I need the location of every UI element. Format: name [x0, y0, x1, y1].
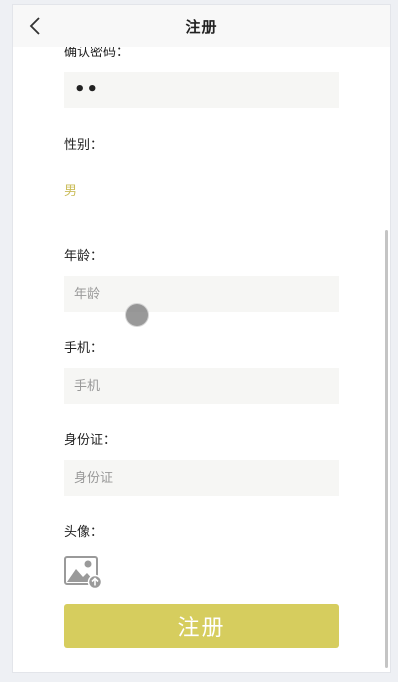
- phone-screen: 确认密码： •• 性别： 男 年龄： 手机： 身份证： 头像： 注册: [13, 5, 390, 672]
- register-button[interactable]: 注册: [64, 604, 339, 648]
- id-card-label: 身份证：: [64, 433, 117, 448]
- id-card-input[interactable]: [64, 460, 339, 496]
- register-form: 确认密码： •• 性别： 男 年龄： 手机： 身份证： 头像： 注册: [13, 5, 390, 672]
- page-title: 注册: [185, 17, 218, 36]
- scrollbar-thumb[interactable]: [385, 230, 388, 668]
- image-upload-icon[interactable]: [64, 554, 103, 590]
- avatar-label: 头像：: [64, 525, 104, 540]
- age-label: 年龄：: [64, 249, 104, 264]
- chevron-left-icon[interactable]: [25, 15, 47, 37]
- phone-label: 手机：: [64, 341, 104, 356]
- nav-bar: 注册: [13, 5, 390, 47]
- touch-indicator: [125, 303, 149, 327]
- phone-input[interactable]: [64, 368, 339, 404]
- age-input[interactable]: [64, 276, 339, 312]
- confirm-password-input[interactable]: ••: [64, 72, 339, 108]
- gender-label: 性别：: [64, 138, 104, 153]
- gender-selector[interactable]: 男: [64, 180, 77, 199]
